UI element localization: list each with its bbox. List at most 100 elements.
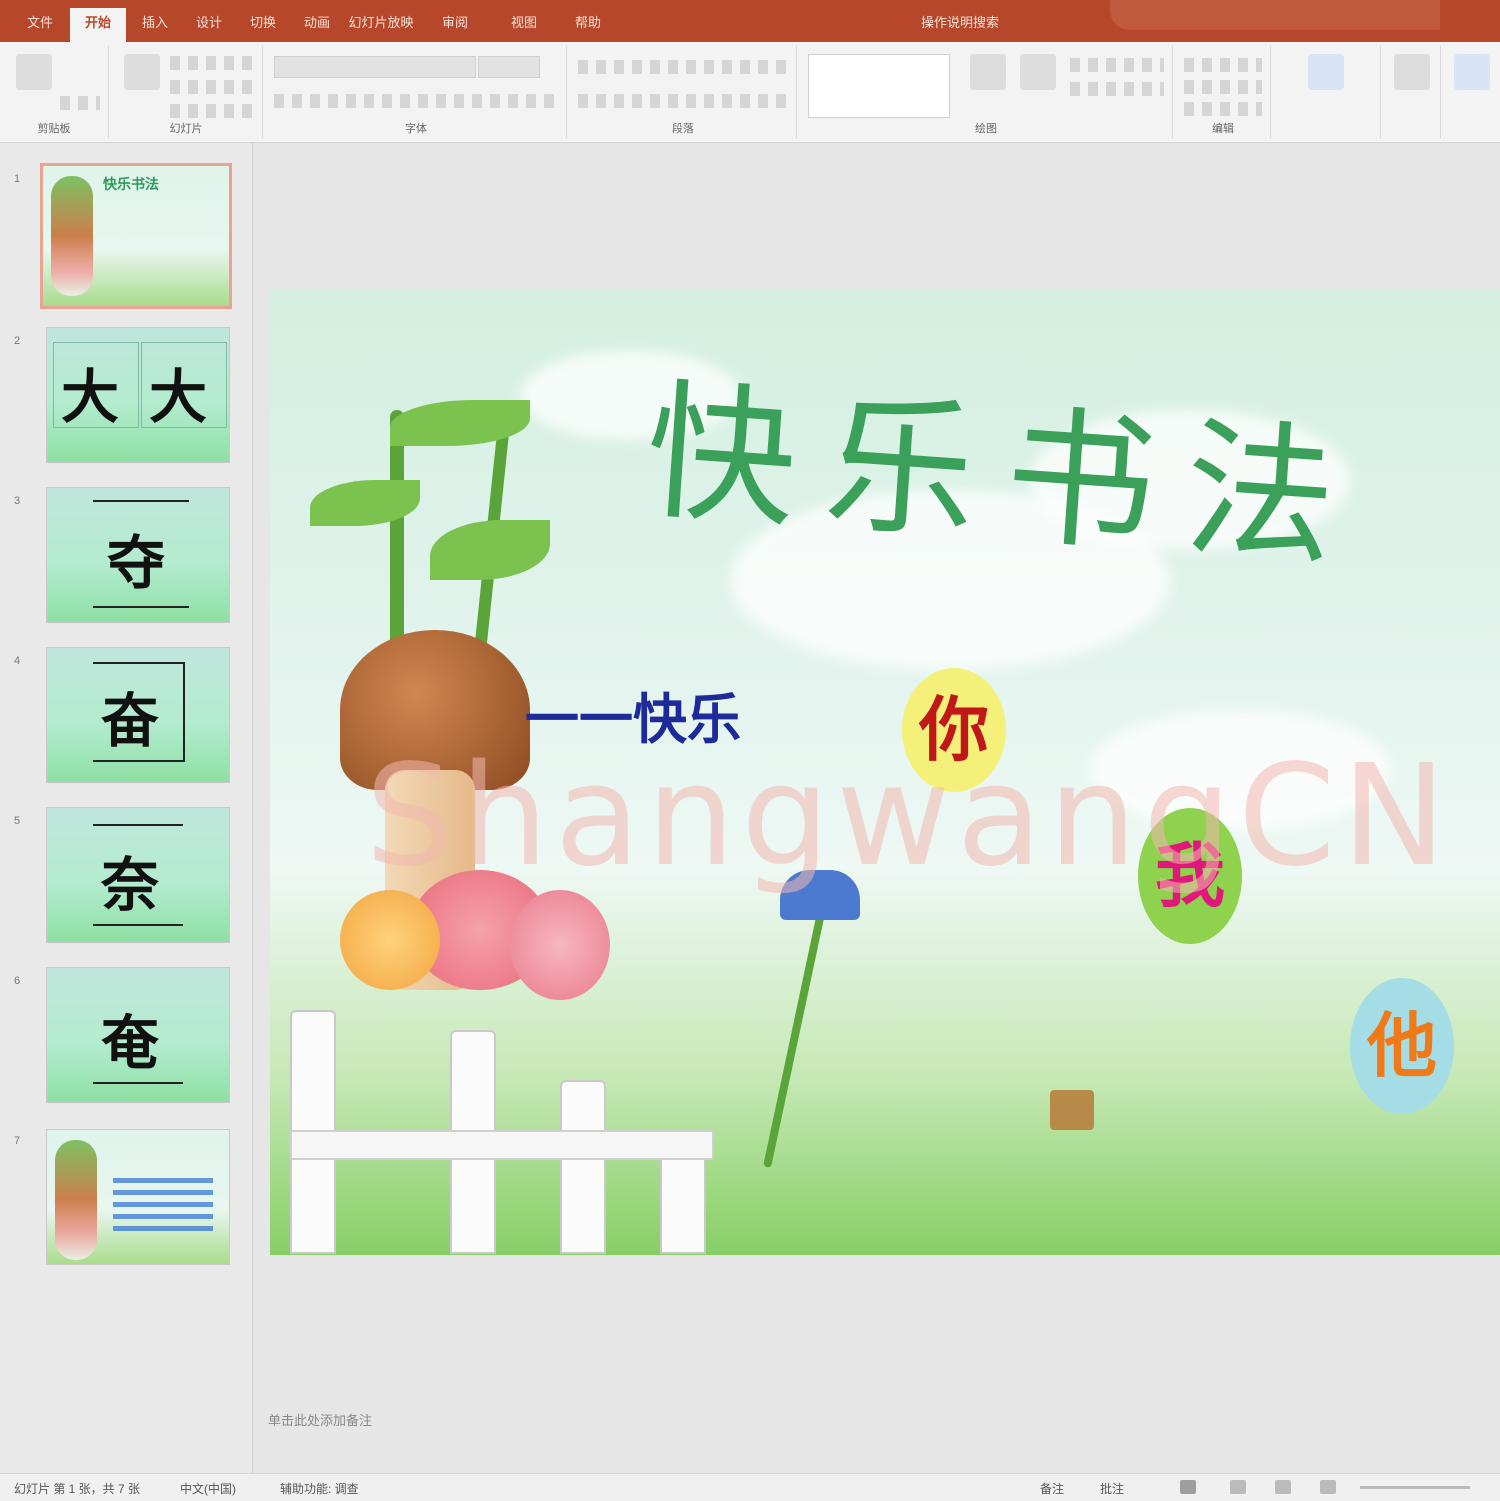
slideshow-icon[interactable] [1320, 1480, 1336, 1494]
status-bar: 幻灯片 第 1 张，共 7 张 中文(中国) 辅助功能: 调查 备注 批注 [0, 1473, 1500, 1501]
leaf [430, 520, 550, 580]
shape-outline-button[interactable] [1070, 82, 1164, 96]
ribbon: 剪贴板 幻灯片 字体 段落 绘图 编辑 [0, 42, 1500, 143]
normal-view-icon[interactable] [1180, 1480, 1196, 1494]
tab-file[interactable]: 文件 [14, 8, 66, 42]
shape-fill-button[interactable] [1070, 58, 1164, 72]
tab-review[interactable]: 审阅 [420, 8, 490, 42]
font-name-select[interactable] [274, 56, 476, 78]
ribbon-group-addins [1444, 46, 1500, 138]
slide-counter: 幻灯片 第 1 张，共 7 张 [14, 1482, 141, 1496]
ribbon-group-designer [1274, 46, 1381, 138]
thumbnail-text-lines [113, 1178, 213, 1238]
thumbnail-title: 快乐书法 [103, 176, 159, 192]
slide-thumbnail-pane: 1 快乐书法 2 大 大 3 夺 4 奋 5 奈 6 奄 7 [0, 143, 253, 1473]
slide-sorter-icon[interactable] [1230, 1480, 1246, 1494]
ribbon-group-paragraph: 段落 [570, 46, 797, 138]
slide-thumbnail-2[interactable]: 大 大 [46, 327, 230, 463]
ribbon-tab-bar: 文件 开始 插入 设计 切换 动画 幻灯片放映 审阅 视图 帮助 操作说明搜索 [0, 0, 1500, 42]
slide-thumbnail-7[interactable] [46, 1129, 230, 1265]
find-button[interactable] [1184, 58, 1262, 72]
ribbon-group-label: 绘图 [975, 123, 997, 135]
ribbon-group-editing: 编辑 [1176, 46, 1271, 138]
ribbon-group-drawing: 绘图 [800, 46, 1173, 138]
thumbnail-scene: 快乐书法 [43, 166, 229, 306]
slide-thumbnail-3[interactable]: 夺 [46, 487, 230, 623]
accessibility-status[interactable]: 辅助功能: 调查 [280, 1480, 359, 1497]
new-slide-icon[interactable] [124, 54, 160, 90]
zoom-slider[interactable] [1360, 1486, 1470, 1489]
thumbnail-char: 奋 [101, 687, 160, 755]
comments-button[interactable]: 批注 [1100, 1480, 1124, 1497]
ribbon-group-label: 段落 [672, 123, 694, 135]
ribbon-group-clipboard: 剪贴板 [0, 46, 109, 138]
tab-insert[interactable]: 插入 [130, 8, 180, 42]
ribbon-group-slides: 幻灯片 [110, 46, 263, 138]
addins-icon[interactable] [1454, 54, 1490, 90]
slide-thumbnail-1[interactable]: 快乐书法 [40, 163, 232, 309]
font-size-select[interactable] [478, 56, 540, 78]
quick-styles-icon[interactable] [1020, 54, 1056, 90]
reading-view-icon[interactable] [1275, 1480, 1291, 1494]
tab-transitions[interactable]: 切换 [238, 8, 288, 42]
watermark-text: ShangwangCN [365, 735, 1453, 898]
fence-picket [660, 1150, 706, 1254]
thumbnail-char: 大 [149, 363, 208, 431]
notes-button[interactable]: 备注 [1040, 1480, 1064, 1497]
ribbon-group-label: 字体 [405, 123, 427, 135]
arrange-icon[interactable] [970, 54, 1006, 90]
leaf [390, 400, 530, 446]
thumbnail-number: 1 [14, 173, 21, 185]
tab-help[interactable]: 帮助 [558, 8, 618, 42]
ribbon-group-font: 字体 [266, 46, 567, 138]
thumbnail-char: 夺 [107, 529, 166, 597]
vine [763, 912, 825, 1168]
thumbnail-number: 2 [14, 335, 21, 347]
paragraph-align-buttons[interactable] [578, 94, 788, 108]
thumbnail-plant [55, 1140, 97, 1260]
tell-me-search[interactable]: 操作说明搜索 [900, 8, 1020, 42]
layout-button[interactable] [170, 56, 254, 70]
fence-rail [290, 1130, 714, 1160]
section-button[interactable] [170, 104, 254, 118]
tab-slideshow[interactable]: 幻灯片放映 [346, 8, 416, 42]
bubble-him[interactable]: 他 [1350, 978, 1454, 1114]
flower [510, 890, 610, 1000]
tab-view[interactable]: 视图 [494, 8, 554, 42]
slide-thumbnail-6[interactable]: 奄 [46, 967, 230, 1103]
thumbnail-number: 7 [14, 1135, 21, 1147]
thumbnail-char: 奄 [101, 1009, 160, 1077]
tab-home[interactable]: 开始 [70, 8, 126, 42]
slide-thumbnail-4[interactable]: 奋 [46, 647, 230, 783]
design-ideas-icon[interactable] [1308, 54, 1344, 90]
ribbon-group-label: 编辑 [1212, 123, 1234, 135]
slide-thumbnail-5[interactable]: 奈 [46, 807, 230, 943]
paste-icon[interactable] [16, 54, 52, 90]
select-button[interactable] [1184, 102, 1262, 116]
fence-picket [560, 1080, 606, 1254]
tab-design[interactable]: 设计 [184, 8, 234, 42]
thumbnail-number: 6 [14, 975, 21, 987]
font-format-buttons[interactable] [274, 94, 558, 108]
language-indicator[interactable]: 中文(中国) [180, 1480, 236, 1497]
thumbnail-number: 5 [14, 815, 21, 827]
thumbnail-plant [51, 176, 93, 296]
thumbnail-char: 奈 [101, 851, 160, 919]
flower-pot [1050, 1090, 1094, 1130]
replace-button[interactable] [1184, 80, 1262, 94]
shapes-gallery[interactable] [808, 54, 950, 118]
ribbon-group-label: 幻灯片 [169, 123, 203, 135]
tab-animations[interactable]: 动画 [292, 8, 342, 42]
microphone-icon[interactable] [1394, 54, 1430, 90]
clipboard-tools[interactable] [60, 96, 100, 110]
paragraph-list-buttons[interactable] [578, 60, 788, 74]
reset-button[interactable] [170, 80, 254, 94]
ribbon-group-dictate [1384, 46, 1441, 138]
thumbnail-number: 4 [14, 655, 21, 667]
notes-placeholder[interactable]: 单击此处添加备注 [268, 1410, 372, 1429]
thumbnail-char: 大 [61, 363, 120, 431]
flower [340, 890, 440, 990]
slide-canvas[interactable]: 快乐书法 一一快乐 你 我 他 ShangwangCN [270, 290, 1500, 1255]
thumbnail-scene [47, 1130, 229, 1264]
title-bar-art [1110, 0, 1440, 30]
